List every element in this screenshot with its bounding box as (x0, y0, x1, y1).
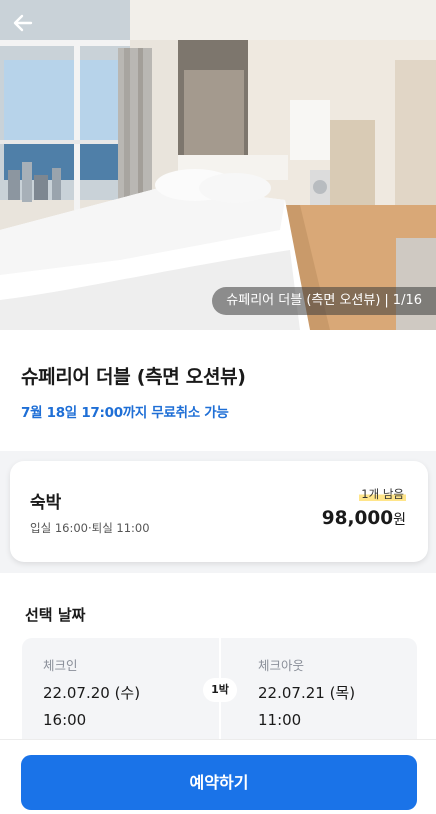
checkout-column[interactable]: 체크아웃 22.07.21 (목) 11:00 (258, 655, 355, 729)
photo-counter: 1/16 (392, 293, 422, 308)
room-photo[interactable]: 슈페리어 더블 (측면 오션뷰) | 1/16 (0, 0, 436, 330)
photo-caption-separator: | (384, 293, 389, 308)
price: 98,000원 (322, 508, 406, 529)
checkin-time: 16:00 (43, 711, 87, 729)
free-cancel-note: 7월 18일 17:00까지 무료취소 가능 (21, 405, 229, 421)
checkout-date: 22.07.21 (목) (258, 684, 356, 702)
reserve-button[interactable]: 예약하기 (21, 755, 417, 810)
selected-dates-heading: 선택 날짜 (25, 606, 86, 624)
price-amount: 98,000 (321, 508, 394, 529)
checkin-column[interactable]: 체크인 22.07.20 (수) 16:00 (43, 655, 140, 729)
room-title: 슈페리어 더블 (측면 오션뷰) (21, 366, 246, 388)
arrow-left-icon (13, 14, 33, 32)
checkout-time: 11:00 (258, 711, 302, 729)
stay-option-card[interactable]: 숙박 입실 16:00·퇴실 11:00 1개 남음 98,000원 (10, 461, 428, 562)
price-unit: 원 (393, 512, 406, 528)
checkin-checkout-times: 입실 16:00·퇴실 11:00 (30, 521, 150, 535)
stay-type-label: 숙박 (30, 493, 62, 513)
room-photo-illustration (0, 0, 436, 330)
checkin-label: 체크인 (43, 658, 78, 673)
date-selection-box[interactable]: 체크인 22.07.20 (수) 16:00 1박 체크아웃 22.07.21 … (22, 638, 417, 748)
checkin-date: 22.07.20 (수) (43, 684, 141, 702)
photo-caption-name: 슈페리어 더블 (측면 오션뷰) (226, 293, 381, 308)
nights-badge: 1박 (203, 678, 237, 702)
rooms-remaining-badge: 1개 남음 (359, 487, 406, 501)
photo-caption: 슈페리어 더블 (측면 오션뷰) | 1/16 (212, 287, 436, 315)
back-button[interactable] (12, 12, 48, 48)
checkout-label: 체크아웃 (258, 658, 305, 673)
